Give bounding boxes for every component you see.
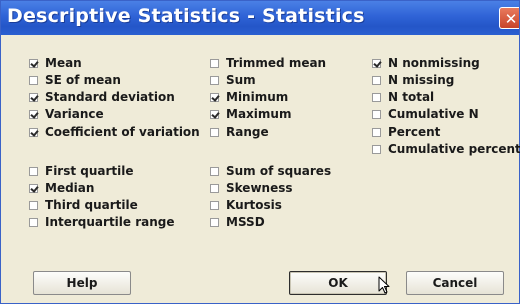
checkbox-box[interactable] <box>29 217 38 227</box>
statistics-dialog: Descriptive Statistics - Statistics ✕ Me… <box>0 0 520 304</box>
checkbox-box[interactable] <box>210 183 219 193</box>
checkbox-label: Sum of squares <box>226 164 332 178</box>
checkbox-label: First quartile <box>45 164 134 178</box>
mouse-pointer-icon <box>378 276 390 294</box>
checkbox-label: Sum <box>226 73 256 87</box>
checkbox-box[interactable] <box>29 92 38 102</box>
checkbox-box[interactable] <box>372 75 381 85</box>
checkbox-label: N missing <box>388 73 455 87</box>
checkbox-label: MSSD <box>226 215 265 229</box>
checkbox-label: N nonmissing <box>388 56 480 70</box>
checkbox-box[interactable] <box>210 109 219 119</box>
checkbox-box[interactable] <box>210 58 219 68</box>
checkbox-range[interactable]: Range <box>210 125 269 139</box>
checkbox-n-missing[interactable]: N missing <box>372 73 454 87</box>
checkbox-se-of-mean[interactable]: SE of mean <box>29 73 121 87</box>
checkbox-trimmed-mean[interactable]: Trimmed mean <box>210 56 326 70</box>
checkbox-box[interactable] <box>29 75 38 85</box>
checkbox-cumulative-n[interactable]: Cumulative N <box>372 107 479 121</box>
checkbox-label: SE of mean <box>45 73 121 87</box>
checkbox-label: Third quartile <box>45 198 138 212</box>
checkbox-cumulative-percent[interactable]: Cumulative percent <box>372 142 520 156</box>
checkbox-mssd[interactable]: MSSD <box>210 215 265 229</box>
checkbox-label: Standard deviation <box>45 90 175 104</box>
checkbox-box[interactable] <box>29 183 38 193</box>
checkbox-label: Variance <box>45 107 104 121</box>
checkbox-coefficient-of-variation[interactable]: Coefficient of variation <box>29 125 200 139</box>
checkbox-box[interactable] <box>29 127 38 137</box>
checkbox-box[interactable] <box>210 166 219 176</box>
checkbox-box[interactable] <box>29 58 38 68</box>
help-button[interactable]: Help <box>33 271 131 295</box>
checkbox-box[interactable] <box>372 109 381 119</box>
dialog-title: Descriptive Statistics - Statistics <box>7 5 365 27</box>
checkbox-box[interactable] <box>210 200 219 210</box>
checkbox-label: Percent <box>388 125 441 139</box>
checkbox-box[interactable] <box>210 92 219 102</box>
checkbox-label: Mean <box>45 56 82 70</box>
checkbox-kurtosis[interactable]: Kurtosis <box>210 198 282 212</box>
checkbox-box[interactable] <box>29 109 38 119</box>
checkbox-first-quartile[interactable]: First quartile <box>29 164 134 178</box>
checkbox-percent[interactable]: Percent <box>372 125 440 139</box>
close-icon[interactable]: ✕ <box>499 7 519 29</box>
checkbox-mean[interactable]: Mean <box>29 56 82 70</box>
checkbox-label: Kurtosis <box>226 198 282 212</box>
checkbox-sum-of-squares[interactable]: Sum of squares <box>210 164 331 178</box>
checkbox-box[interactable] <box>210 75 219 85</box>
checkbox-skewness[interactable]: Skewness <box>210 181 293 195</box>
checkbox-label: N total <box>388 90 435 104</box>
checkbox-label: Minimum <box>226 90 289 104</box>
checkbox-minimum[interactable]: Minimum <box>210 90 288 104</box>
checkbox-box[interactable] <box>372 144 381 154</box>
checkbox-label: Cumulative percent <box>388 142 520 156</box>
checkbox-label: Trimmed mean <box>226 56 327 70</box>
checkbox-box[interactable] <box>372 58 381 68</box>
checkbox-box[interactable] <box>29 200 38 210</box>
checkbox-box[interactable] <box>210 217 219 227</box>
title-bar[interactable]: Descriptive Statistics - Statistics ✕ <box>1 1 519 35</box>
help-button-label: Help <box>66 276 98 290</box>
checkbox-interquartile-range[interactable]: Interquartile range <box>29 215 175 229</box>
cancel-button[interactable]: Cancel <box>406 271 504 295</box>
checkbox-variance[interactable]: Variance <box>29 107 104 121</box>
cancel-button-label: Cancel <box>432 276 478 290</box>
ok-button[interactable]: OK <box>289 271 387 295</box>
checkbox-label: Interquartile range <box>45 215 175 229</box>
checkbox-label: Median <box>45 181 95 195</box>
checkbox-label: Skewness <box>226 181 293 195</box>
checkbox-label: Range <box>226 125 269 139</box>
checkbox-label: Cumulative N <box>388 107 479 121</box>
checkbox-third-quartile[interactable]: Third quartile <box>29 198 138 212</box>
checkbox-n-nonmissing[interactable]: N nonmissing <box>372 56 480 70</box>
checkbox-standard-deviation[interactable]: Standard deviation <box>29 90 175 104</box>
checkbox-n-total[interactable]: N total <box>372 90 434 104</box>
checkbox-median[interactable]: Median <box>29 181 94 195</box>
checkbox-box[interactable] <box>210 127 219 137</box>
checkbox-label: Maximum <box>226 107 292 121</box>
checkbox-box[interactable] <box>372 127 381 137</box>
checkbox-box[interactable] <box>29 166 38 176</box>
ok-button-label: OK <box>328 276 348 290</box>
checkbox-label: Coefficient of variation <box>45 125 200 139</box>
checkbox-box[interactable] <box>372 92 381 102</box>
checkbox-maximum[interactable]: Maximum <box>210 107 291 121</box>
checkbox-sum[interactable]: Sum <box>210 73 256 87</box>
